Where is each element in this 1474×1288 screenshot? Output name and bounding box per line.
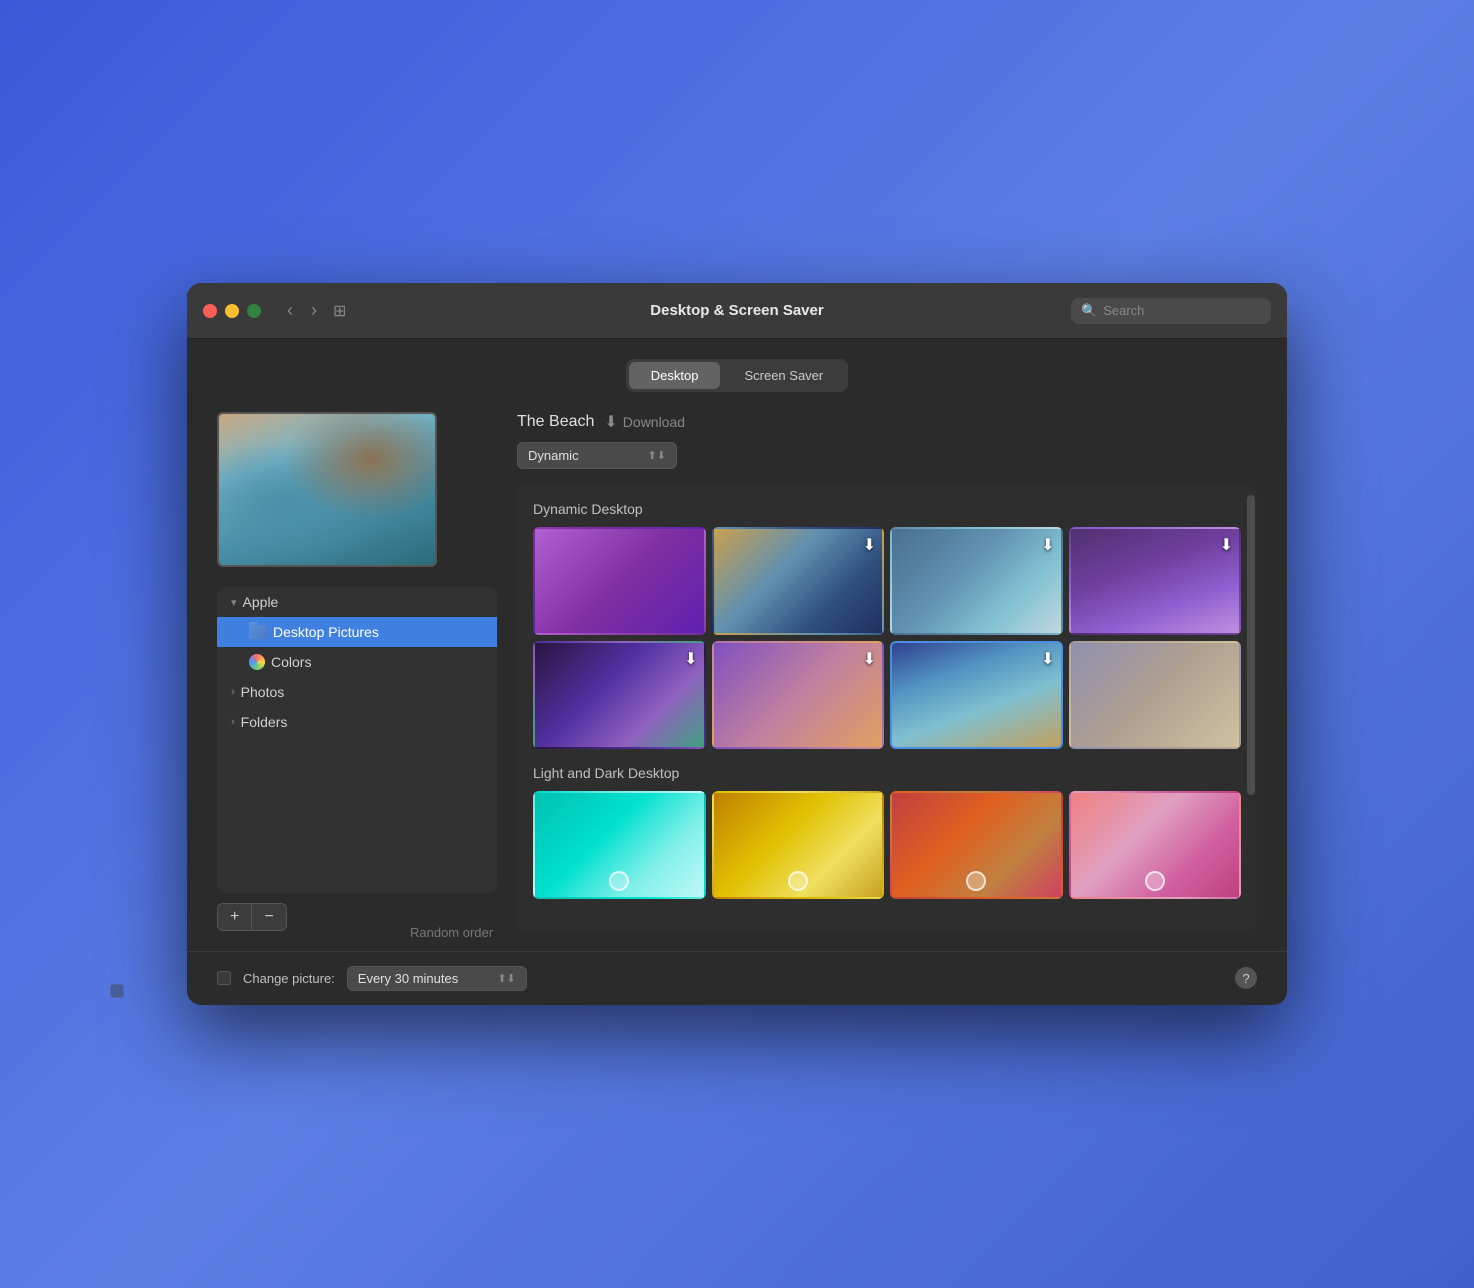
toggle-icon [1145,871,1165,891]
toggle-icon [609,871,629,891]
minimize-button[interactable] [225,304,239,318]
sidebar: ▾ Apple Desktop Pictures Colors › Photos [217,412,497,930]
gallery-thumb[interactable] [1069,791,1242,899]
search-icon: 🔍 [1081,303,1097,319]
window-title: Desktop & Screen Saver [650,302,823,319]
sidebar-item-desktop-pictures[interactable]: Desktop Pictures [217,617,497,647]
gallery-grid-lightdark [533,791,1241,899]
main-window: ‹ › ⊞ Desktop & Screen Saver 🔍 Desktop S… [187,283,1287,1004]
bottom-bar: Change picture: Every 30 minutes ⬆⬇ Rand… [187,951,1287,1005]
gallery-section-light-dark: Light and Dark Desktop [533,765,1241,899]
preview-image [217,412,437,567]
preview-inner [219,414,435,565]
change-picture-label: Change picture: [243,971,335,986]
forward-button[interactable]: › [305,298,323,323]
gallery-thumb[interactable] [890,791,1063,899]
folder-icon [249,625,267,639]
wallpaper-title-row: The Beach ⬇ Download [517,412,1257,432]
chevron-updown-icon: ⬆⬇ [497,972,515,985]
tab-screen-saver[interactable]: Screen Saver [722,362,845,389]
gallery-thumb[interactable]: ⬇ [1069,527,1242,635]
chevron-right-icon: › [231,686,235,698]
back-button[interactable]: ‹ [281,298,299,323]
chevron-down-icon: ▾ [231,596,237,609]
gallery-thumb[interactable]: ⬇ [712,527,885,635]
sidebar-item-colors[interactable]: Colors [217,647,497,677]
main-area: ▾ Apple Desktop Pictures Colors › Photos [217,412,1257,930]
sidebar-item-label: Colors [271,654,311,670]
gallery-section-title-lightdark: Light and Dark Desktop [533,765,1241,781]
gallery-thumb[interactable] [533,791,706,899]
preview-section [217,412,497,567]
tab-desktop[interactable]: Desktop [629,362,721,389]
sidebar-list: ▾ Apple Desktop Pictures Colors › Photos [217,587,497,892]
gallery-thumb[interactable]: ⬇ [890,641,1063,749]
help-button[interactable]: ? [1235,967,1257,989]
sidebar-item-label: Folders [241,714,288,730]
download-overlay-icon: ⬇ [684,649,697,669]
download-overlay-icon: ⬇ [1220,535,1233,555]
sidebar-item-label: Desktop Pictures [273,624,379,640]
toggle-icon [966,871,986,891]
tabs-row: Desktop Screen Saver [217,359,1257,392]
maximize-button[interactable] [247,304,261,318]
remove-button[interactable]: − [251,903,286,931]
search-input[interactable] [1103,303,1261,318]
title-bar: ‹ › ⊞ Desktop & Screen Saver 🔍 [187,283,1287,339]
download-label: Download [623,414,685,430]
sidebar-item-folders[interactable]: › Folders [217,707,497,737]
gallery-thumb[interactable] [712,791,885,899]
download-button[interactable]: ⬇ Download [604,412,685,432]
nav-buttons: ‹ › [281,298,323,323]
gallery-section-dynamic: Dynamic Desktop ⬇ ⬇ ⬇ [533,501,1241,749]
sidebar-item-photos[interactable]: › Photos [217,677,497,707]
add-button[interactable]: + [217,903,251,931]
close-button[interactable] [203,304,217,318]
content-area: Desktop Screen Saver ▾ Apple [187,339,1287,950]
gallery-thumb[interactable] [533,527,706,635]
mode-label: Dynamic [528,448,579,463]
search-box[interactable]: 🔍 [1071,298,1271,324]
interval-dropdown[interactable]: Every 30 minutes ⬆⬇ [347,966,527,991]
gallery-section-title-dynamic: Dynamic Desktop [533,501,1241,517]
gallery-thumb[interactable]: ⬇ [890,527,1063,635]
colors-icon [249,654,265,670]
gallery-thumb[interactable]: ⬇ [712,641,885,749]
scrollbar[interactable] [1247,495,1255,795]
chevron-right-icon: › [231,716,235,728]
random-order-label: Random order [410,925,493,940]
sidebar-item-apple[interactable]: ▾ Apple [217,587,497,617]
gallery-grid-dynamic: ⬇ ⬇ ⬇ ⬇ ⬇ [533,527,1241,749]
download-overlay-icon: ⬇ [1041,649,1054,669]
gallery-thumb[interactable]: ⬇ [533,641,706,749]
mode-dropdown[interactable]: Dynamic ⬆⬇ [517,442,677,469]
sidebar-item-label: Apple [243,594,279,610]
right-panel: The Beach ⬇ Download Dynamic ⬆⬇ [497,412,1257,930]
change-picture-checkbox[interactable] [217,971,231,985]
gallery-thumb[interactable] [1069,641,1242,749]
sidebar-item-label: Photos [241,684,285,700]
download-icon: ⬇ [604,412,617,432]
traffic-lights [203,304,261,318]
grid-icon[interactable]: ⊞ [333,301,346,321]
download-overlay-icon: ⬇ [863,535,876,555]
preview-info: The Beach ⬇ Download Dynamic ⬆⬇ [497,412,1257,485]
interval-label: Every 30 minutes [358,971,458,986]
chevron-updown-icon: ⬆⬇ [648,449,666,462]
download-overlay-icon: ⬇ [1041,535,1054,555]
tab-group: Desktop Screen Saver [626,359,848,392]
download-overlay-icon: ⬇ [863,649,876,669]
wallpaper-name: The Beach [517,413,594,431]
gallery-area[interactable]: Dynamic Desktop ⬇ ⬇ ⬇ [517,485,1257,930]
toggle-icon [788,871,808,891]
